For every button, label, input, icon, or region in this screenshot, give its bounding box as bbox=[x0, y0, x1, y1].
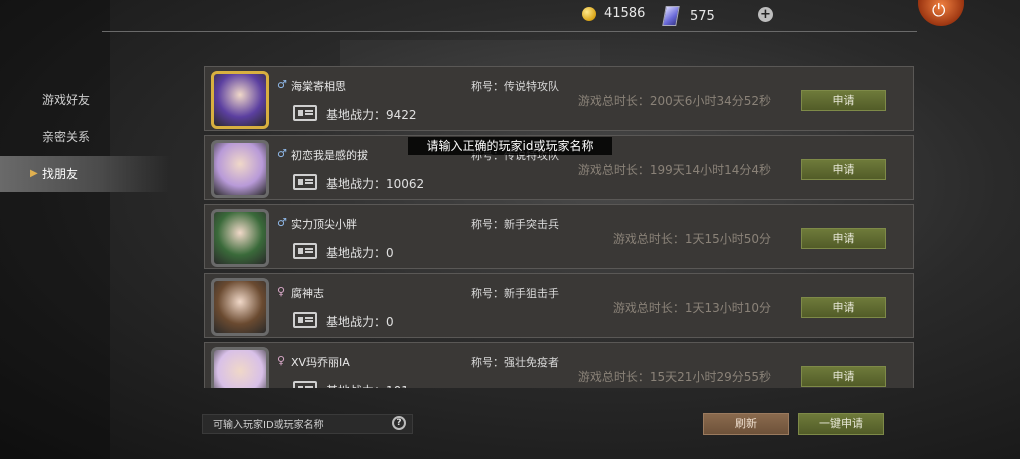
background-trees bbox=[0, 0, 110, 459]
id-card-icon bbox=[293, 381, 317, 388]
id-card-icon bbox=[293, 174, 317, 190]
sidebar-item-label: 游戏好友 bbox=[42, 93, 91, 107]
player-avatar[interactable] bbox=[211, 347, 269, 388]
player-name: 实力顶尖小胖 bbox=[291, 218, 357, 231]
apply-button[interactable]: 申请 bbox=[801, 228, 886, 249]
error-toast: 请输入正确的玩家id或玩家名称 bbox=[408, 137, 612, 155]
apply-button[interactable]: 申请 bbox=[801, 159, 886, 180]
search-box[interactable]: ? bbox=[202, 414, 413, 435]
gender-icon: ♂ bbox=[277, 147, 287, 160]
play-time: 游戏总时长：200天6小时34分52秒 bbox=[577, 94, 771, 108]
sidebar-item-intimate[interactable]: 亲密关系 bbox=[0, 119, 170, 155]
apply-all-button[interactable]: 一键申请 bbox=[798, 413, 884, 435]
search-input[interactable] bbox=[203, 415, 395, 435]
player-name: 海棠寄相思 bbox=[291, 80, 346, 93]
player-avatar[interactable] bbox=[211, 140, 269, 198]
id-card-icon bbox=[293, 312, 317, 328]
gender-icon: ♂ bbox=[277, 216, 287, 229]
refresh-button[interactable]: 刷新 bbox=[703, 413, 789, 435]
player-name: XV玛乔丽IA bbox=[291, 356, 350, 369]
top-divider bbox=[102, 31, 917, 32]
power-button[interactable]: ⏻ bbox=[918, 0, 964, 26]
player-avatar[interactable] bbox=[211, 71, 269, 129]
gold-coin-icon bbox=[582, 6, 596, 21]
player-title: 称号：新手突击兵 bbox=[471, 218, 559, 231]
player-row: ♀ 腐神志 称号：新手狙击手基地战力：0 游戏总时长：1天13小时10分 申请 bbox=[204, 273, 914, 338]
player-title: 称号：强壮免疫者 bbox=[471, 356, 559, 369]
coin-counter: 41586 bbox=[582, 6, 645, 21]
apply-button[interactable]: 申请 bbox=[801, 90, 886, 111]
power-icon: ⏻ bbox=[932, 1, 946, 21]
coin-amount: 41586 bbox=[604, 6, 646, 21]
base-power: 基地战力：0 bbox=[326, 246, 394, 260]
base-power: 基地战力：0 bbox=[326, 315, 394, 329]
player-row: ♂ 海棠寄相思 称号：传说特攻队基地战力：9422 游戏总时长：200天6小时34分5… bbox=[204, 66, 914, 131]
sidebar-item-label: 找朋友 bbox=[42, 167, 79, 181]
sidebar-item-game-friends[interactable]: 游戏好友 bbox=[0, 82, 170, 118]
play-time: 游戏总时长：1天15小时50分 bbox=[612, 232, 771, 246]
gem-amount: 575 bbox=[690, 8, 715, 24]
gender-icon: ♀ bbox=[277, 354, 286, 367]
id-card-icon bbox=[293, 243, 317, 259]
player-list[interactable]: ♂ 海棠寄相思 称号：传说特攻队基地战力：9422 游戏总时长：200天6小时34分5… bbox=[204, 66, 914, 388]
apply-button[interactable]: 申请 bbox=[801, 366, 886, 387]
player-row: ♀ XV玛乔丽IA 称号：强壮免疫者基地战力：101 游戏总时长：15天21小时29分… bbox=[204, 342, 914, 388]
player-row: ♂ 实力顶尖小胖 称号：新手突击兵基地战力：0 游戏总时长：1天15小时50分 申请 bbox=[204, 204, 914, 269]
player-title: 称号：新手狙击手 bbox=[471, 287, 559, 300]
selected-arrow-icon: ▶ bbox=[30, 168, 38, 179]
gender-icon: ♀ bbox=[277, 285, 286, 298]
plus-icon[interactable]: + bbox=[758, 7, 773, 22]
gem-counter: 575 bbox=[662, 6, 715, 26]
gender-icon: ♂ bbox=[277, 78, 287, 91]
search-help-icon[interactable]: ? bbox=[392, 416, 406, 430]
apply-button[interactable]: 申请 bbox=[801, 297, 886, 318]
play-time: 游戏总时长：1天13小时10分 bbox=[612, 301, 771, 315]
base-power: 基地战力：10062 bbox=[326, 177, 425, 191]
player-name: 腐神志 bbox=[291, 287, 324, 300]
player-title: 称号：传说特攻队 bbox=[471, 80, 559, 93]
crystal-card-icon bbox=[662, 6, 680, 26]
play-time: 游戏总时长：15天21小时29分55秒 bbox=[577, 370, 771, 384]
sidebar-item-label: 亲密关系 bbox=[42, 130, 91, 144]
sidebar-item-find-friends[interactable]: ▶ 找朋友 bbox=[0, 156, 170, 192]
player-name: 初恋我是感的拔 bbox=[291, 149, 368, 162]
player-avatar[interactable] bbox=[211, 209, 269, 267]
base-power: 基地战力：101 bbox=[326, 382, 409, 388]
play-time: 游戏总时长：199天14小时14分4秒 bbox=[577, 163, 771, 177]
base-power: 基地战力：9422 bbox=[326, 108, 417, 122]
player-avatar[interactable] bbox=[211, 278, 269, 336]
id-card-icon bbox=[293, 105, 317, 121]
